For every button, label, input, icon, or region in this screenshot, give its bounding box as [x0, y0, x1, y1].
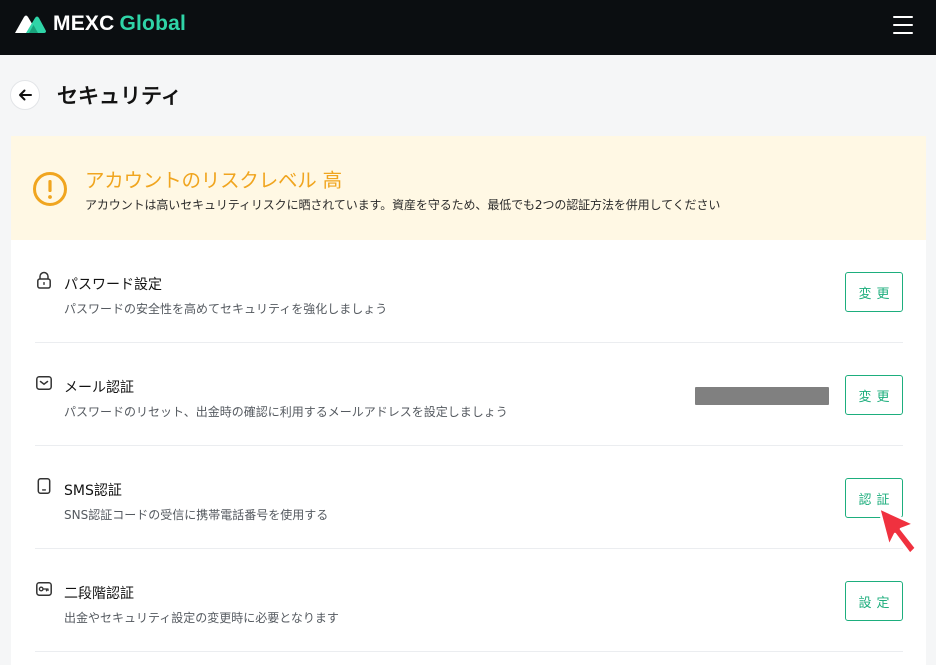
masked-email-value [695, 387, 829, 405]
security-item-two-factor: 二段階認証 出金やセキュリティ設定の変更時に必要となります 設定 [35, 549, 903, 652]
key-icon [36, 582, 52, 596]
risk-level-banner: アカウントのリスクレベル 高 アカウントは高いセキュリティリスクに晒されています… [11, 136, 926, 240]
lock-icon [37, 271, 51, 289]
back-button[interactable] [10, 80, 40, 110]
security-item-description: SNS認証コードの受信に携帯電話番号を使用する [64, 508, 329, 522]
red-arrow-pointer-icon [877, 506, 917, 556]
mail-icon [36, 376, 52, 390]
arrow-left-icon [19, 89, 32, 101]
security-item-title: SMS認証 [64, 483, 122, 499]
security-item-description: パスワードの安全性を高めてセキュリティを強化しましょう [64, 302, 388, 316]
security-item-email: メール認証 パスワードのリセット、出金時の確認に利用するメールアドレスを設定しま… [35, 343, 903, 446]
security-card: アカウントのリスクレベル 高 アカウントは高いセキュリティリスクに晒されています… [11, 136, 926, 665]
security-item-title: メール認証 [64, 380, 134, 396]
risk-level-description: アカウントは高いセキュリティリスクに晒されています。資産を守るため、最低でも2つ… [85, 198, 721, 212]
security-item-description: 出金やセキュリティ設定の変更時に必要となります [64, 611, 339, 625]
logo-accent-text: Global [119, 12, 187, 35]
setup-two-factor-button[interactable]: 設定 [845, 581, 903, 621]
mountain-logo-icon [15, 15, 46, 33]
security-item-password: パスワード設定 パスワードの安全性を高めてセキュリティを強化しましょう 変更 [35, 240, 903, 343]
security-item-sms: SMS認証 SNS認証コードの受信に携帯電話番号を使用する 認証 [35, 446, 903, 549]
hamburger-menu-icon[interactable] [893, 15, 913, 35]
warning-circle-icon [33, 172, 67, 206]
change-password-button[interactable]: 変更 [845, 272, 903, 312]
change-email-button[interactable]: 変更 [845, 375, 903, 415]
mexc-logo[interactable]: MEXC Global [13, 11, 186, 37]
phone-icon [37, 478, 51, 494]
top-navigation-bar: MEXC Global [0, 0, 936, 55]
page-title: セキュリティ [57, 84, 182, 108]
page-header: セキュリティ [10, 78, 182, 112]
security-item-title: パスワード設定 [64, 277, 162, 293]
risk-level-title: アカウントのリスクレベル 高 [85, 169, 342, 192]
logo-text: MEXC Global [53, 12, 187, 35]
security-item-title: 二段階認証 [64, 586, 134, 602]
security-item-description: パスワードのリセット、出金時の確認に利用するメールアドレスを設定しましょう [64, 405, 508, 419]
row-divider [35, 651, 903, 652]
